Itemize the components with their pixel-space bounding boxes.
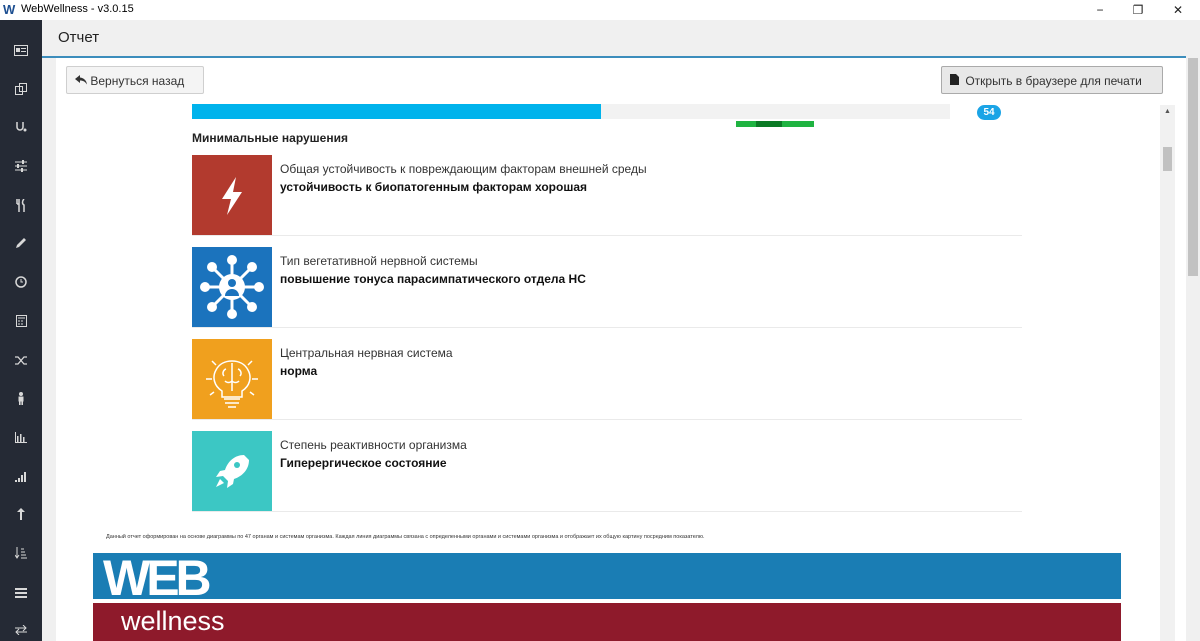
signal-icon[interactable] — [11, 470, 31, 486]
network-person-icon — [192, 247, 272, 327]
page-title: Отчет — [58, 29, 100, 46]
banner-sub: wellness — [121, 606, 225, 636]
clock-icon[interactable] — [11, 276, 31, 292]
lightning-icon — [192, 155, 272, 235]
id-card-icon[interactable] — [11, 44, 31, 60]
app-logo-icon: W — [3, 2, 16, 17]
sidebar — [0, 20, 42, 641]
list-item: Степень реактивности организма Гиперерги… — [192, 431, 1022, 512]
sort-icon[interactable] — [11, 547, 31, 563]
list-item: Общая устойчивость к повреждающим фактор… — [192, 155, 1022, 236]
item-title: Общая устойчивость к повреждающим фактор… — [280, 162, 647, 176]
stethoscope-icon[interactable] — [11, 121, 31, 137]
minimize-button[interactable]: − — [1082, 0, 1118, 20]
page-scrollbar-thumb[interactable] — [1188, 58, 1198, 276]
mini-indicator-marker — [756, 121, 782, 127]
mini-indicator-bar — [736, 121, 814, 127]
section-title: Минимальные нарушения — [192, 131, 348, 145]
back-button[interactable]: Вернуться назад — [66, 66, 204, 94]
item-title: Тип вегетативной нервной системы — [280, 254, 478, 268]
list-icon[interactable] — [11, 586, 31, 602]
progress-bar-fill — [192, 104, 602, 119]
restore-button[interactable]: ❐ — [1120, 0, 1156, 20]
banner-word: WEB — [103, 550, 212, 606]
report-card: Вернуться назад Открыть в браузере для п… — [56, 58, 1186, 641]
page-scrollbar[interactable] — [1186, 56, 1200, 641]
score-badge: 54 — [977, 105, 1001, 120]
close-button[interactable]: ✕ — [1160, 0, 1196, 20]
report-frame: 54 Минимальные нарушения Общая устойчиво… — [66, 103, 1164, 641]
open-in-browser-label: Открыть в браузере для печати — [965, 74, 1142, 88]
banner-logo-bottom: wellness — [93, 603, 1121, 641]
open-in-browser-button[interactable]: Открыть в браузере для печати — [941, 66, 1163, 94]
person-icon[interactable] — [11, 392, 31, 408]
list-item: Центральная нервная система норма — [192, 339, 1022, 420]
progress-bar — [192, 104, 950, 119]
report-scrollbar[interactable]: ▲ — [1160, 105, 1175, 641]
page-header: Отчет — [42, 20, 1200, 58]
brain-bulb-icon — [192, 339, 272, 419]
scroll-up-arrow-icon[interactable]: ▲ — [1160, 105, 1175, 119]
window-title-bar: W WebWellness - v3.0.15 − ❐ ✕ — [0, 0, 1200, 20]
item-value: норма — [280, 364, 318, 378]
item-value: повышение тонуса парасимпатического отде… — [280, 272, 586, 286]
pencil-icon[interactable] — [11, 237, 31, 253]
report-footnote: Данный отчет оформирован на основе диагр… — [106, 534, 705, 540]
cutlery-icon[interactable] — [11, 198, 31, 215]
item-value: устойчивость к биопатогенным факторам хо… — [280, 180, 588, 194]
file-icon — [950, 67, 962, 95]
bar-chart-icon[interactable] — [11, 431, 31, 447]
shuffle-icon[interactable] — [11, 354, 31, 370]
rocket-icon — [192, 431, 272, 511]
item-title: Степень реактивности организма — [280, 438, 467, 452]
reply-icon — [75, 67, 87, 95]
sliders-icon[interactable] — [11, 160, 31, 176]
back-button-label: Вернуться назад — [90, 74, 185, 88]
window-title: WebWellness - v3.0.15 — [21, 3, 134, 15]
exchange-icon[interactable] — [11, 623, 31, 639]
calculator-icon[interactable] — [11, 315, 31, 331]
item-value: Гиперергическое состояние — [280, 456, 447, 470]
copy-icon[interactable] — [11, 83, 31, 99]
banner-logo-top: WEB — [93, 553, 1121, 603]
list-item: Тип вегетативной нервной системы повышен… — [192, 247, 1022, 328]
item-title: Центральная нервная система — [280, 346, 453, 360]
arrow-up-icon[interactable] — [11, 508, 31, 524]
report-scrollbar-thumb[interactable] — [1163, 147, 1172, 171]
